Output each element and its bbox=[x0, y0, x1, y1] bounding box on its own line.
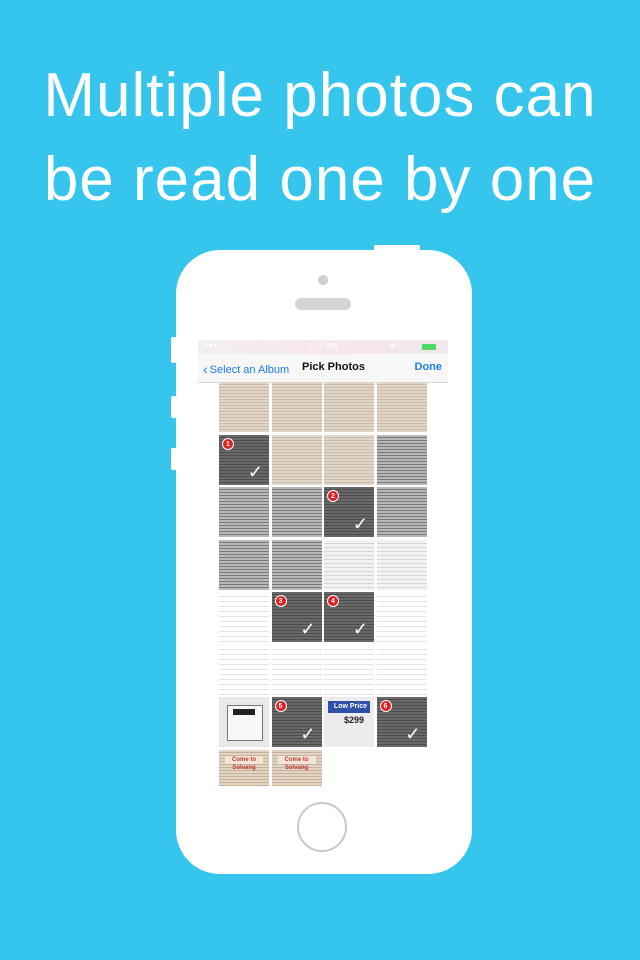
sign-bar bbox=[233, 709, 255, 715]
selection-order-badge: 5 bbox=[274, 700, 287, 712]
photo-thumbnail[interactable] bbox=[324, 382, 374, 432]
photo-thumbnail[interactable] bbox=[219, 539, 269, 590]
photo-thumbnail[interactable] bbox=[271, 539, 322, 590]
checkmark-icon: ✓ bbox=[352, 619, 368, 639]
back-button-label: Select an Album bbox=[209, 364, 290, 376]
photo-thumbnail[interactable]: 2 ✓ bbox=[324, 487, 374, 537]
photo-header-text: Come to Solvang bbox=[277, 755, 316, 771]
photo-thumbnail[interactable] bbox=[219, 382, 269, 432]
photo-thumbnail[interactable]: Low Price $299 bbox=[324, 697, 374, 747]
bluetooth-icon: ✱ bbox=[390, 343, 396, 350]
photo-thumbnail[interactable] bbox=[376, 592, 427, 642]
selection-order-badge: 4 bbox=[327, 595, 339, 607]
photo-thumbnail[interactable] bbox=[271, 487, 322, 537]
back-button[interactable]: ‹ Select an Album bbox=[203, 361, 289, 377]
home-button[interactable] bbox=[297, 802, 347, 852]
phone-screen: ●●●○○ ◠ 7:11 PM ✱ ‹ Select an Album Pick … bbox=[198, 340, 448, 786]
photo-thumbnail[interactable] bbox=[219, 487, 269, 537]
photo-thumbnail[interactable] bbox=[376, 644, 427, 695]
photo-thumbnail[interactable] bbox=[271, 382, 322, 432]
battery-icon bbox=[422, 344, 436, 350]
price-tag-label: Low Price bbox=[328, 701, 370, 713]
photo-thumbnail[interactable] bbox=[376, 434, 427, 485]
chevron-left-icon: ‹ bbox=[203, 361, 208, 377]
price-amount: $299 bbox=[344, 715, 365, 725]
checkmark-icon: ✓ bbox=[352, 514, 368, 534]
done-button[interactable]: Done bbox=[415, 361, 443, 373]
phone-camera bbox=[318, 275, 328, 285]
photo-thumbnail[interactable] bbox=[219, 697, 269, 747]
photo-thumbnail[interactable] bbox=[376, 539, 427, 590]
selection-order-badge: 3 bbox=[274, 595, 287, 607]
photo-thumbnail[interactable] bbox=[219, 592, 269, 642]
photo-thumbnail[interactable]: Come to Solvang bbox=[219, 749, 269, 786]
checkmark-icon: ✓ bbox=[300, 619, 316, 639]
photo-thumbnail[interactable] bbox=[376, 382, 427, 432]
photo-thumbnail[interactable] bbox=[271, 644, 322, 695]
headline-line-2: be read one by one bbox=[43, 145, 597, 214]
status-bar: ●●●○○ ◠ 7:11 PM ✱ bbox=[198, 340, 448, 354]
photo-thumbnail[interactable]: 1 ✓ bbox=[219, 434, 269, 485]
checkmark-icon: ✓ bbox=[247, 461, 263, 482]
photo-thumbnail[interactable] bbox=[324, 539, 374, 590]
photo-thumbnail[interactable]: 5 ✓ bbox=[271, 697, 322, 747]
photo-header-text: Come to Solvang bbox=[225, 755, 263, 771]
selection-order-badge: 1 bbox=[222, 437, 234, 450]
checkmark-icon: ✓ bbox=[300, 724, 316, 744]
photo-thumbnail[interactable] bbox=[219, 644, 269, 695]
photo-thumbnail[interactable]: 3 ✓ bbox=[271, 592, 322, 642]
photo-thumbnail[interactable] bbox=[376, 487, 427, 537]
photo-thumbnail[interactable] bbox=[271, 434, 322, 485]
photo-thumbnail[interactable]: Come to Solvang bbox=[271, 749, 322, 786]
nav-bar: ‹ Select an Album Pick Photos Done bbox=[198, 354, 448, 383]
phone-speaker bbox=[295, 298, 351, 310]
status-time: 7:11 PM bbox=[308, 342, 338, 351]
photo-thumbnail[interactable]: 4 ✓ bbox=[324, 592, 374, 642]
selection-order-badge: 6 bbox=[379, 700, 392, 712]
checkmark-icon: ✓ bbox=[405, 724, 421, 744]
page-title: Pick Photos bbox=[302, 361, 365, 373]
photo-thumbnail[interactable] bbox=[324, 644, 374, 695]
headline-line-1: Multiple photos can bbox=[43, 61, 597, 130]
selection-order-badge: 2 bbox=[327, 490, 339, 502]
photo-thumbnail[interactable] bbox=[324, 434, 374, 485]
photo-thumbnail[interactable]: 6 ✓ bbox=[376, 697, 427, 747]
headline: Multiple photos can be read one by one bbox=[0, 54, 640, 222]
